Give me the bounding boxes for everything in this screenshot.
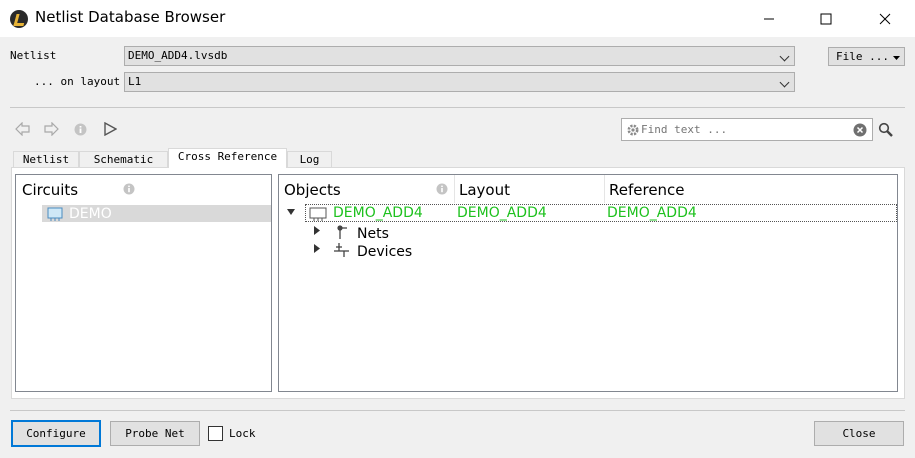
window-title: Netlist Database Browser: [35, 8, 226, 26]
tree-item-nets[interactable]: Nets: [357, 226, 389, 242]
layout-name: DEMO_ADD4: [457, 205, 547, 221]
info-icon: [436, 183, 448, 195]
configure-button[interactable]: Configure: [11, 420, 101, 447]
circuit-name: DEMO: [69, 206, 112, 222]
objects-panel[interactable]: Objects Layout Reference DEMO_ADD4 DEMO_…: [278, 174, 898, 392]
tree-expanded-icon[interactable]: [287, 208, 296, 216]
maximize-button[interactable]: [803, 0, 849, 37]
chevron-down-icon: [779, 51, 790, 62]
file-menu-button[interactable]: File ...: [828, 47, 905, 66]
info-icon: [123, 183, 135, 195]
minimize-icon: [764, 18, 774, 19]
lock-label: Lock: [229, 427, 256, 440]
object-name: DEMO_ADD4: [333, 205, 423, 221]
app-logo-icon: [10, 10, 28, 28]
netlist-select[interactable]: DEMO_ADD4.lvsdb: [124, 46, 795, 66]
tab-cross-reference[interactable]: Cross Reference: [168, 148, 287, 168]
layout-label: ... on layout: [34, 75, 121, 88]
info-icon[interactable]: [74, 123, 87, 136]
reference-name: DEMO_ADD4: [607, 205, 697, 221]
column-header-objects: Objects: [284, 181, 341, 199]
dropdown-arrow-icon: [893, 56, 900, 60]
circuits-header: Circuits: [22, 181, 79, 199]
probe-net-button[interactable]: Probe Net: [110, 421, 200, 446]
circuit-icon: [47, 207, 63, 221]
netlist-select-value: DEMO_ADD4.lvsdb: [128, 49, 228, 62]
layout-select[interactable]: L1: [124, 72, 795, 92]
column-header-reference: Reference: [609, 181, 685, 199]
chevron-down-icon: [779, 77, 790, 88]
tree-collapsed-icon[interactable]: [313, 226, 320, 235]
search-field[interactable]: [621, 118, 873, 141]
tab-netlist[interactable]: Netlist: [13, 151, 79, 167]
gear-icon: [627, 124, 639, 136]
circuits-panel[interactable]: Circuits DEMO: [15, 174, 272, 392]
tree-collapsed-icon[interactable]: [313, 244, 320, 253]
tab-schematic[interactable]: Schematic: [79, 151, 168, 167]
tab-log[interactable]: Log: [287, 151, 332, 167]
circuit-icon: [309, 207, 327, 221]
table-row[interactable]: DEMO_ADD4 DEMO_ADD4 DEMO_ADD4: [305, 204, 897, 222]
file-menu-label: File ...: [836, 50, 889, 63]
back-arrow-icon[interactable]: [15, 122, 31, 136]
lock-checkbox[interactable]: [208, 426, 223, 441]
column-divider: [454, 175, 455, 203]
search-input[interactable]: [641, 121, 851, 138]
play-icon[interactable]: [104, 122, 117, 136]
netlist-label: Netlist: [10, 49, 57, 62]
divider: [10, 107, 905, 108]
close-button[interactable]: Close: [814, 421, 904, 446]
list-item[interactable]: DEMO: [42, 205, 271, 222]
device-icon: [334, 243, 349, 257]
forward-arrow-icon[interactable]: [43, 122, 59, 136]
column-divider: [604, 175, 605, 203]
clear-search-icon[interactable]: [853, 123, 867, 137]
close-window-button[interactable]: [862, 0, 908, 37]
layout-select-value: L1: [128, 75, 142, 88]
minimize-button[interactable]: [746, 0, 792, 37]
search-icon[interactable]: [878, 122, 894, 138]
column-header-layout: Layout: [459, 181, 510, 199]
maximize-icon: [820, 13, 832, 24]
close-icon: [879, 13, 891, 24]
tree-item-devices[interactable]: Devices: [357, 244, 412, 260]
net-icon: [337, 225, 347, 239]
divider: [10, 410, 905, 411]
